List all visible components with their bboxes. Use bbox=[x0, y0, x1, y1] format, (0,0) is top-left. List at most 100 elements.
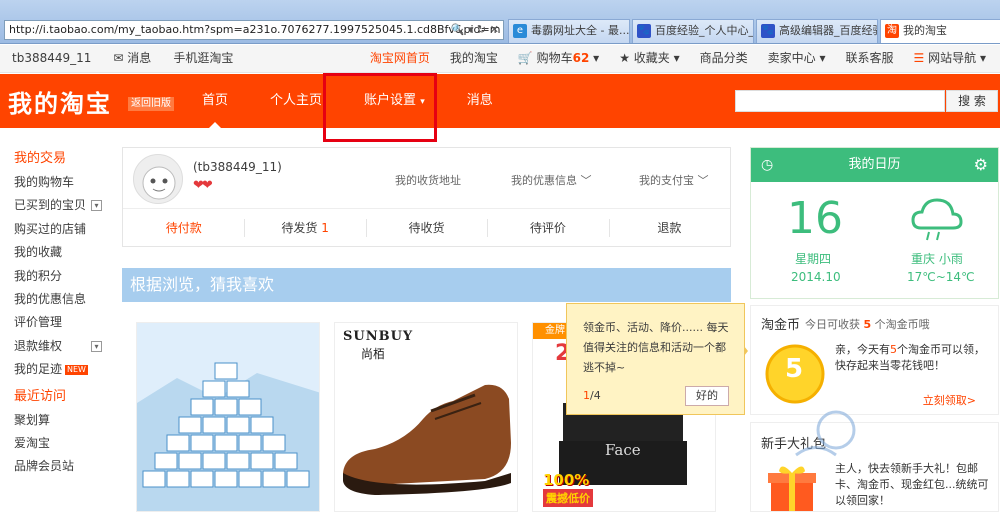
stat-pending-shipment-label: 待发货 bbox=[281, 221, 318, 235]
sidebar-item-bought[interactable]: 已买到的宝贝 ▾ bbox=[14, 194, 114, 217]
nav-messages[interactable]: 消息 bbox=[455, 74, 505, 128]
tab-favicon-icon: 淘 bbox=[885, 24, 899, 38]
credit-hearts: ❤❤ bbox=[193, 178, 213, 193]
sidebar-item-cart[interactable]: 我的购物车 bbox=[14, 171, 114, 194]
gold-sub-count: 5 bbox=[863, 318, 872, 331]
percent-label: 100% bbox=[543, 471, 590, 489]
gold-msg-a: 亲，今天有 bbox=[835, 343, 890, 356]
new-badge: NEW bbox=[65, 364, 88, 375]
stat-pending-payment[interactable]: 待付款 bbox=[123, 209, 244, 246]
sidebar-item-footprints-label: 我的足迹 bbox=[14, 362, 63, 377]
stat-pending-shipment-count: 1 bbox=[321, 221, 329, 235]
topbar-favorites[interactable]: ★ 收藏夹 ▾ bbox=[619, 45, 679, 72]
expand-icon[interactable]: ▾ bbox=[91, 200, 102, 212]
seller-label: 卖家中心 bbox=[767, 51, 816, 65]
topbar-categories[interactable]: 商品分类 bbox=[700, 45, 748, 72]
browser-chrome: http://i.taobao.com/my_taobao.htm?spm=a2… bbox=[0, 0, 1000, 44]
alipay-link[interactable]: 我的支付宝 ﹀ bbox=[639, 172, 709, 188]
product-card-shoes[interactable]: SUNBUY 尚栢 bbox=[334, 322, 518, 512]
search-button[interactable]: 搜 索 bbox=[946, 90, 998, 112]
cart-count: 62 bbox=[572, 51, 590, 65]
calendar-title: 我的日历 bbox=[848, 157, 901, 172]
calendar-date: 2014.10 bbox=[791, 270, 841, 284]
shoe-brand-cn: 尚栢 bbox=[361, 347, 386, 361]
sidebar-item-shops[interactable]: 购买过的店铺 bbox=[14, 218, 114, 241]
browser-tab[interactable]: 🐾 百度经验_个人中心_... bbox=[632, 19, 754, 43]
address-url: http://i.taobao.com/my_taobao.htm?spm=a2… bbox=[9, 23, 501, 36]
tooltip-page-total: /4 bbox=[590, 389, 601, 402]
rain-cloud-icon bbox=[911, 198, 963, 241]
gold-subtitle: 今日可收获 5 个淘金币哦 bbox=[805, 316, 930, 332]
address-bar[interactable]: http://i.taobao.com/my_taobao.htm?spm=a2… bbox=[4, 20, 504, 40]
tooltip-ok-button[interactable]: 好的 bbox=[685, 386, 729, 406]
gold-tag: 金牌 bbox=[533, 323, 567, 339]
promo-label: 震撼低价 bbox=[543, 489, 593, 507]
sidebar-section-trades: 我的交易 bbox=[14, 151, 67, 166]
search-refresh-icon[interactable]: 🔍 ▾ ↻ ✕ bbox=[451, 21, 499, 39]
topbar-seller[interactable]: 卖家中心 ▾ bbox=[768, 45, 826, 72]
sidebar-item-refunds-label: 退款维权 bbox=[14, 338, 63, 353]
topbar-cart[interactable]: 🛒 购物车62 ▾ bbox=[518, 45, 599, 72]
chevron-down-icon: ﹀ bbox=[580, 174, 592, 187]
coupons-link[interactable]: 我的优惠信息 ﹀ bbox=[511, 172, 592, 188]
logo[interactable]: 我的淘宝 bbox=[8, 84, 112, 119]
calendar-day: 16 bbox=[787, 193, 843, 244]
sidebar: 我的交易 我的购物车 已买到的宝贝 ▾ 购买过的店铺 我的收藏 我的积分 我的优惠… bbox=[14, 148, 114, 479]
avatar[interactable] bbox=[133, 154, 183, 204]
topbar-sitenav[interactable]: ☰ 网站导航 ▾ bbox=[914, 45, 986, 72]
product-tissue-image bbox=[137, 323, 319, 511]
sidebar-item-coupons[interactable]: 我的优惠信息 bbox=[14, 288, 114, 311]
browser-tab[interactable]: e 毒霸网址大全 - 最... bbox=[508, 19, 630, 43]
browser-tab-label: 毒霸网址大全 - 最... bbox=[531, 24, 630, 37]
topbar-mobile[interactable]: 手机逛淘宝 bbox=[173, 45, 233, 72]
order-stats: 待付款 待发货 1 待收货 待评价 退款 bbox=[123, 208, 730, 246]
mail-icon: ✉ bbox=[113, 51, 124, 65]
stat-pending-payment-label: 待付款 bbox=[165, 221, 202, 235]
topbar-messages[interactable]: ✉ 消息 bbox=[113, 45, 151, 72]
cart-label: 购物车 bbox=[536, 51, 573, 65]
calendar-header: ◷ 我的日历 ⚙ bbox=[751, 148, 998, 182]
topbar-messages-label: 消息 bbox=[127, 51, 152, 65]
topbar-home[interactable]: 淘宝网首页 bbox=[370, 45, 430, 72]
app-window: http://i.taobao.com/my_taobao.htm?spm=a2… bbox=[0, 0, 1000, 512]
calendar-widget: ◷ 我的日历 ⚙ 16 星期四 2014.10 重庆 小雨 17℃~14℃ bbox=[750, 147, 999, 299]
browser-tab[interactable]: 🐾 高级编辑器_百度经验 bbox=[756, 19, 878, 43]
sidebar-item-favorites[interactable]: 我的收藏 bbox=[14, 241, 114, 264]
gold-sub-prefix: 今日可收获 bbox=[805, 318, 860, 331]
sidebar-item-juhuasuan[interactable]: 聚划算 bbox=[14, 409, 114, 432]
sidebar-item-aitaobao[interactable]: 爱淘宝 bbox=[14, 432, 114, 455]
sidebar-item-refunds[interactable]: 退款维权 ▾ bbox=[14, 335, 114, 358]
product-card-tissues[interactable] bbox=[136, 322, 320, 512]
nav-home[interactable]: 首页 bbox=[190, 74, 240, 128]
guide-tooltip: 领金币、活动、降价...... 每天值得关注的信息和活动一个都逃不掉~ 1/4 … bbox=[566, 303, 748, 415]
stat-pending-review[interactable]: 待评价 bbox=[487, 209, 608, 246]
search-input[interactable] bbox=[735, 90, 945, 112]
browser-tab-label: 高级编辑器_百度经验 bbox=[779, 24, 878, 37]
address-link[interactable]: 我的收货地址 bbox=[395, 172, 461, 188]
gold-coin-value: 5 bbox=[785, 354, 804, 384]
stat-refund-label: 退款 bbox=[657, 221, 682, 235]
menu-icon: ☰ bbox=[913, 51, 925, 65]
sidebar-item-reviews[interactable]: 评价管理 bbox=[14, 311, 114, 334]
sidebar-item-points[interactable]: 我的积分 bbox=[14, 265, 114, 288]
topbar-my-taobao[interactable]: 我的淘宝 bbox=[450, 45, 498, 72]
back-to-old-version[interactable]: 返回旧版 bbox=[128, 97, 174, 111]
topbar-service[interactable]: 联系客服 bbox=[846, 45, 894, 72]
highlight-box bbox=[323, 73, 437, 142]
site-topbar: tb388449_11 ✉ 消息 手机逛淘宝 淘宝网首页 我的淘宝 🛒 购物车6… bbox=[0, 45, 1000, 73]
sitenav-label: 网站导航 bbox=[928, 51, 977, 65]
gold-message: 亲，今天有5个淘金币可以领，快存起来当零花钱吧！ bbox=[835, 342, 995, 374]
topbar-user[interactable]: tb388449_11 bbox=[12, 45, 91, 72]
tooltip-text: 领金币、活动、降价...... 每天值得关注的信息和活动一个都逃不掉~ bbox=[583, 321, 729, 374]
stat-refund[interactable]: 退款 bbox=[608, 209, 730, 246]
browser-tab[interactable]: 淘我的淘宝 bbox=[880, 19, 1000, 43]
gear-icon[interactable]: ⚙ bbox=[974, 148, 988, 182]
shoe-brand: SUNBUY bbox=[343, 329, 414, 344]
expand-icon[interactable]: ▾ bbox=[91, 340, 102, 352]
stat-pending-shipment[interactable]: 待发货 1 bbox=[244, 209, 365, 246]
stat-pending-receipt[interactable]: 待收货 bbox=[365, 209, 487, 246]
sidebar-item-bought-label: 已买到的宝贝 bbox=[14, 198, 87, 213]
profile-username[interactable]: (tb388449_11) bbox=[193, 160, 282, 174]
sidebar-item-footprints[interactable]: 我的足迹 NEW bbox=[14, 358, 114, 381]
sidebar-item-brand-member[interactable]: 品牌会员站 bbox=[14, 455, 114, 478]
